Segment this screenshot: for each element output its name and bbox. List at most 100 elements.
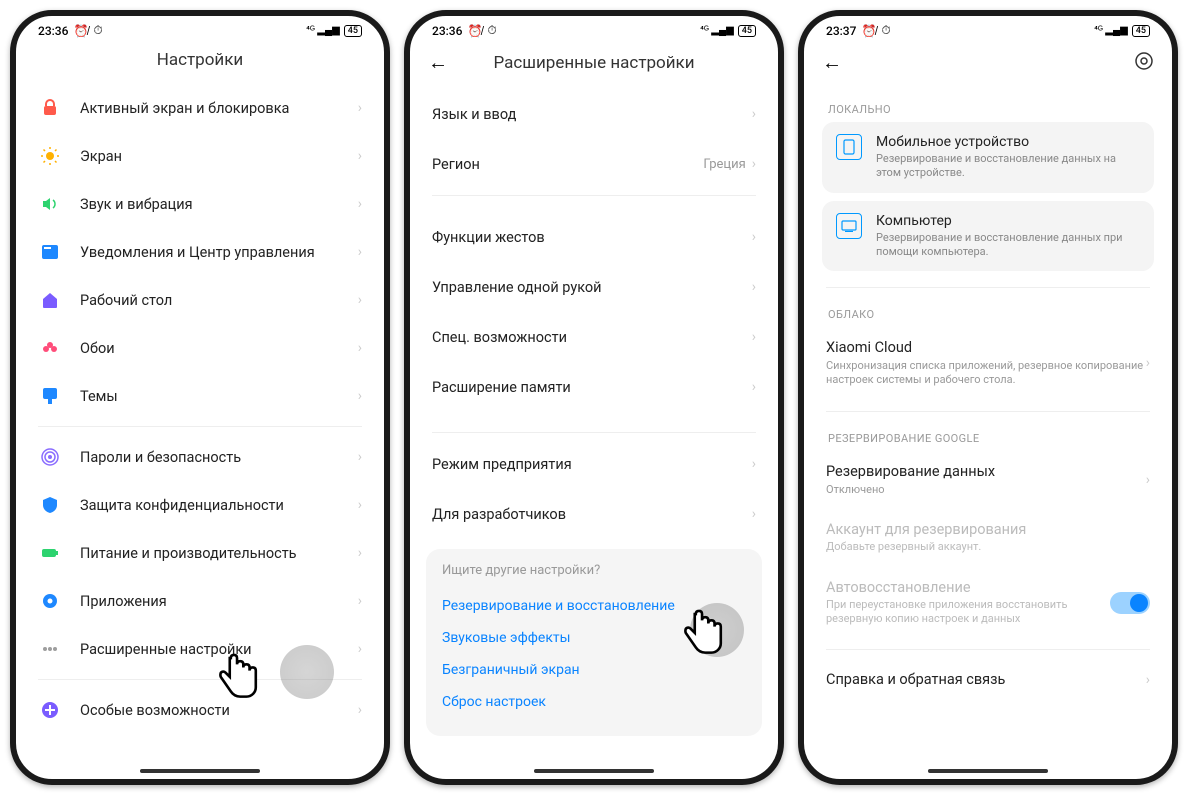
chevron-right-icon: › bbox=[358, 196, 362, 212]
row-one-handed[interactable]: Управление одной рукой› bbox=[414, 262, 774, 312]
notification-icon bbox=[38, 240, 62, 264]
card-mobile-device[interactable]: Мобильное устройствоРезервирование и вос… bbox=[822, 122, 1154, 193]
brush-icon bbox=[38, 384, 62, 408]
watermark-avatar bbox=[690, 603, 744, 657]
section-cloud: ОБЛАКО bbox=[808, 294, 1168, 327]
chevron-right-icon: › bbox=[358, 148, 362, 164]
row-backup-account: Аккаунт для резервирования Добавьте резе… bbox=[808, 509, 1168, 567]
signal-icon: ⁴ᴳ ▂▄▆ bbox=[306, 25, 340, 36]
volume-icon bbox=[38, 192, 62, 216]
row-memory-extension[interactable]: Расширение памяти› bbox=[414, 362, 774, 412]
home-indicator[interactable] bbox=[928, 769, 1048, 773]
chevron-right-icon: › bbox=[358, 449, 362, 465]
link-factory-reset[interactable]: Сброс настроек bbox=[442, 686, 746, 718]
chevron-right-icon: › bbox=[752, 379, 756, 395]
chevron-right-icon: › bbox=[358, 593, 362, 609]
chevron-right-icon: › bbox=[358, 244, 362, 260]
row-enterprise[interactable]: Режим предприятия› bbox=[414, 439, 774, 489]
status-time: 23:36 bbox=[38, 24, 68, 38]
computer-icon bbox=[836, 213, 862, 239]
divider bbox=[826, 287, 1150, 288]
chevron-right-icon: › bbox=[358, 292, 362, 308]
row-backup-data[interactable]: Резервирование данных Отключено › bbox=[808, 451, 1168, 509]
row-gestures[interactable]: Функции жестов› bbox=[414, 212, 774, 262]
link-fullscreen[interactable]: Безграничный экран bbox=[442, 654, 746, 686]
sun-icon bbox=[38, 144, 62, 168]
gear-icon bbox=[38, 589, 62, 613]
row-apps[interactable]: Приложения› bbox=[20, 577, 380, 625]
chevron-right-icon: › bbox=[358, 702, 362, 718]
row-sound[interactable]: Звук и вибрация› bbox=[20, 180, 380, 228]
chevron-right-icon: › bbox=[752, 106, 756, 122]
advanced-list[interactable]: Язык и ввод› РегионГреция› Функции жесто… bbox=[410, 89, 778, 762]
row-help-feedback[interactable]: Справка и обратная связь › bbox=[808, 656, 1168, 704]
home-indicator[interactable] bbox=[140, 769, 260, 773]
page-title: Расширенные настройки bbox=[428, 53, 760, 73]
row-notifications[interactable]: Уведомления и Центр управления› bbox=[20, 228, 380, 276]
chevron-right-icon: › bbox=[752, 229, 756, 245]
row-accessibility[interactable]: Спец. возможности› bbox=[414, 312, 774, 362]
chevron-right-icon: › bbox=[1146, 355, 1150, 371]
status-time: 23:36 bbox=[432, 24, 462, 38]
home-indicator[interactable] bbox=[534, 769, 654, 773]
title-bar: Настройки bbox=[16, 42, 384, 84]
row-display[interactable]: Экран› bbox=[20, 132, 380, 180]
battery-icon bbox=[38, 541, 62, 565]
row-home-screen[interactable]: Рабочий стол› bbox=[20, 276, 380, 324]
chevron-right-icon: › bbox=[752, 279, 756, 295]
status-bar: 23:36 ⏰̸ ⏱ ⁴ᴳ ▂▄▆ 45 bbox=[16, 16, 384, 42]
title-bar: ← bbox=[804, 42, 1172, 89]
region-value: Греция bbox=[703, 157, 745, 172]
chevron-right-icon: › bbox=[752, 329, 756, 345]
row-special-features[interactable]: Особые возможности› bbox=[20, 686, 380, 734]
signal-icon: ⁴ᴳ ▂▄▆ bbox=[1094, 25, 1128, 36]
shield-icon bbox=[38, 493, 62, 517]
card-computer[interactable]: КомпьютерРезервирование и восстановление… bbox=[822, 201, 1154, 272]
row-developer[interactable]: Для разработчиков› bbox=[414, 489, 774, 539]
chevron-right-icon: › bbox=[1146, 672, 1150, 688]
chevron-right-icon: › bbox=[358, 497, 362, 513]
chevron-right-icon: › bbox=[358, 340, 362, 356]
row-xiaomi-cloud[interactable]: Xiaomi Cloud Синхронизация списка прилож… bbox=[808, 327, 1168, 399]
row-lock-screen[interactable]: Активный экран и блокировка› bbox=[20, 84, 380, 132]
alarm-icon: ⏰̸ bbox=[467, 24, 482, 38]
status-bar: 23:37⏰̸⏱ ⁴ᴳ ▂▄▆45 bbox=[804, 16, 1172, 42]
chevron-right-icon: › bbox=[1146, 472, 1150, 488]
row-auto-restore: Автовосстановление При переустановке при… bbox=[808, 567, 1168, 639]
clock-icon: ⏱ bbox=[487, 23, 496, 38]
phone-backup: 23:37⏰̸⏱ ⁴ᴳ ▂▄▆45 ← ЛОКАЛЬНО Мобильное у… bbox=[798, 10, 1178, 785]
phone-advanced: 23:36⏰̸⏱ ⁴ᴳ ▂▄▆45 ← Расширенные настройк… bbox=[404, 10, 784, 785]
dots-icon bbox=[38, 637, 62, 661]
backup-content[interactable]: ЛОКАЛЬНО Мобильное устройствоРезервирова… bbox=[804, 89, 1172, 762]
row-wallpaper[interactable]: Обои› bbox=[20, 324, 380, 372]
alarm-icon: ⏰̸ bbox=[73, 24, 88, 38]
divider bbox=[38, 426, 362, 427]
battery-icon: 45 bbox=[344, 25, 362, 37]
status-time: 23:37 bbox=[826, 24, 856, 38]
back-button[interactable]: ← bbox=[822, 50, 846, 75]
home-icon bbox=[38, 288, 62, 312]
chevron-right-icon: › bbox=[358, 545, 362, 561]
divider bbox=[432, 195, 756, 196]
row-region[interactable]: РегионГреция› bbox=[414, 139, 774, 189]
phone-settings: 23:36 ⏰̸ ⏱ ⁴ᴳ ▂▄▆ 45 Настройки Активный … bbox=[10, 10, 390, 785]
section-local: ЛОКАЛЬНО bbox=[808, 89, 1168, 122]
divider bbox=[432, 432, 756, 433]
row-language[interactable]: Язык и ввод› bbox=[414, 89, 774, 139]
row-passwords[interactable]: Пароли и безопасность› bbox=[20, 433, 380, 481]
chevron-right-icon: › bbox=[358, 100, 362, 116]
search-hint: Ищите другие настройки? bbox=[442, 563, 746, 578]
lock-icon bbox=[38, 96, 62, 120]
clock-icon: ⏱ bbox=[93, 23, 102, 38]
auto-restore-toggle[interactable] bbox=[1110, 592, 1150, 614]
settings-gear-button[interactable] bbox=[1130, 51, 1154, 75]
title-bar: ← Расширенные настройки bbox=[410, 42, 778, 89]
signal-icon: ⁴ᴳ ▂▄▆ bbox=[700, 25, 734, 36]
row-themes[interactable]: Темы› bbox=[20, 372, 380, 420]
flower-icon bbox=[38, 336, 62, 360]
chevron-right-icon: › bbox=[752, 156, 756, 172]
row-battery[interactable]: Питание и производительность› bbox=[20, 529, 380, 577]
page-title: Настройки bbox=[34, 50, 366, 70]
row-privacy[interactable]: Защита конфиденциальности› bbox=[20, 481, 380, 529]
section-google-backup: РЕЗЕРВИРОВАНИЕ GOOGLE bbox=[808, 418, 1168, 451]
